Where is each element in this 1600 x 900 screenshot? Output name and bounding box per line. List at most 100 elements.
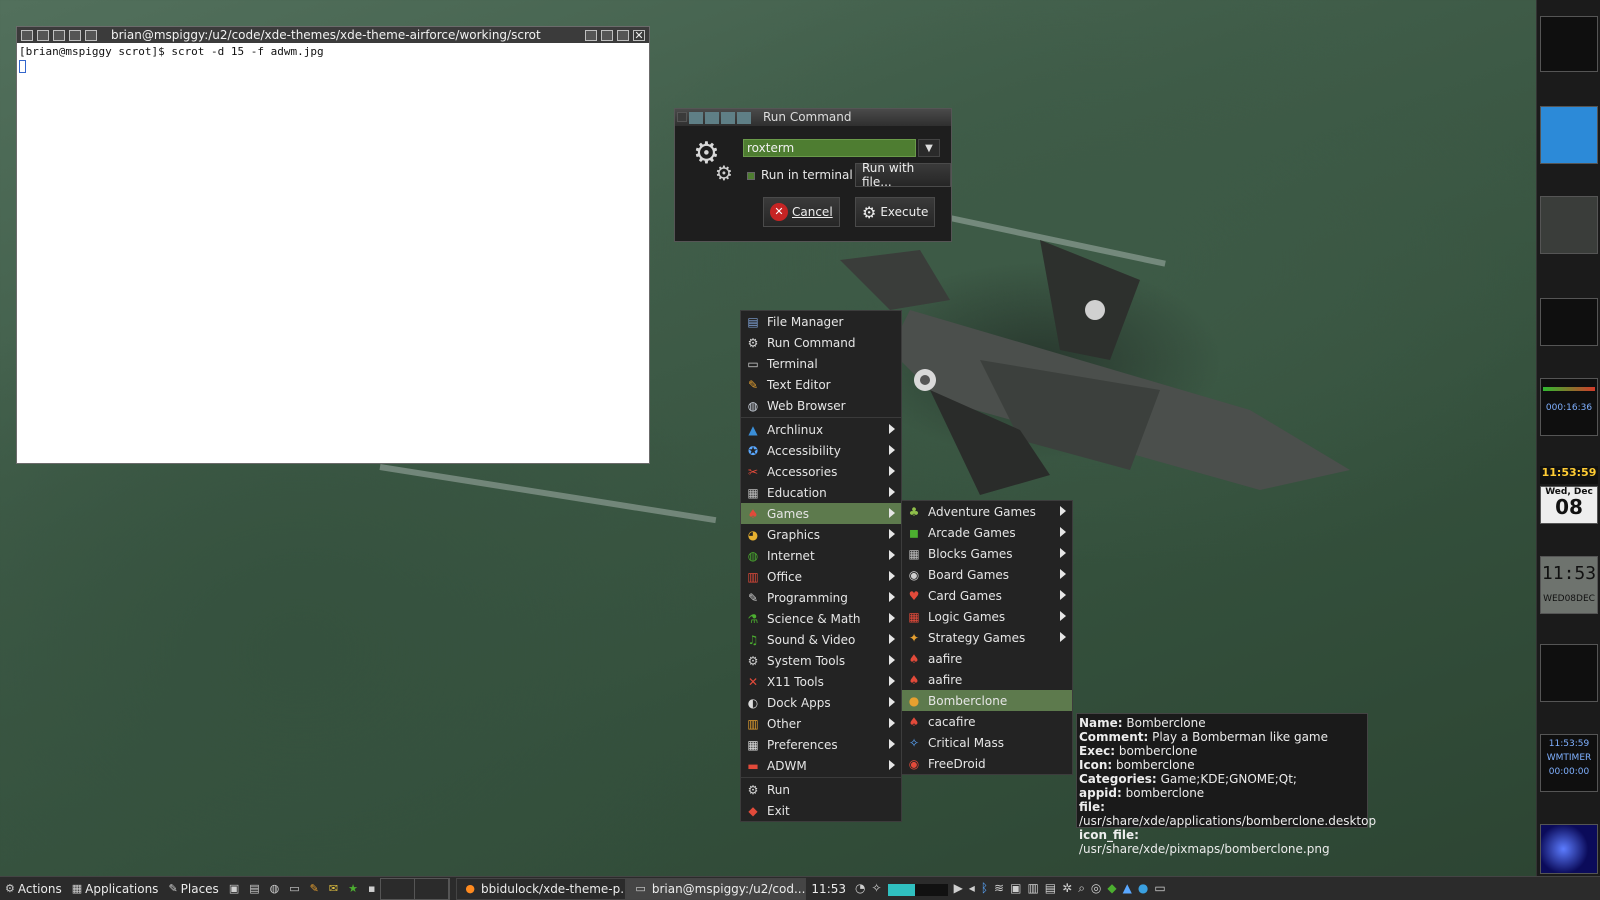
menu-item-education[interactable]: ▦ Education bbox=[741, 482, 901, 503]
games-submenu[interactable]: ♣ Adventure Games ◼ Arcade Games ▦ Blocks Gam… bbox=[901, 500, 1073, 775]
menu-item-dock-apps[interactable]: ◐ Dock Apps bbox=[741, 692, 901, 713]
terminal-titlebar[interactable]: brian@mspiggy:/u2/code/xde-themes/xde-th… bbox=[17, 27, 649, 43]
menu-item-science-math[interactable]: ⚗ Science & Math bbox=[741, 608, 901, 629]
menu-item-bomberclone[interactable]: ● Bomberclone bbox=[902, 690, 1072, 711]
menu-item-freedroid[interactable]: ◉ FreeDroid bbox=[902, 753, 1072, 774]
menu-item-adwm[interactable]: ▬ ADWM bbox=[741, 755, 901, 776]
menu-item-programming[interactable]: ✎ Programming bbox=[741, 587, 901, 608]
menu-item-cacafire[interactable]: ♠ cacafire bbox=[902, 711, 1072, 732]
play-icon[interactable]: ▶ bbox=[954, 881, 963, 896]
window-tile-icon[interactable] bbox=[85, 29, 97, 41]
workspace-2[interactable] bbox=[415, 878, 450, 899]
monitor-icon[interactable]: ▣ bbox=[1010, 881, 1021, 896]
command-input[interactable] bbox=[743, 139, 916, 157]
terminal-window[interactable]: brian@mspiggy:/u2/code/xde-themes/xde-th… bbox=[16, 26, 650, 464]
applications-menu-button[interactable]: ▦ Applications bbox=[67, 877, 164, 900]
dockapp-clock[interactable]: 11:53:59 bbox=[1540, 466, 1598, 484]
window-pin-icon[interactable] bbox=[585, 29, 597, 41]
menu-item-accessibility[interactable]: ✪ Accessibility bbox=[741, 440, 901, 461]
launcher-game[interactable]: ★ bbox=[343, 877, 363, 900]
settings-icon[interactable]: ✲ bbox=[1062, 881, 1072, 896]
dockapp-wmtimer[interactable]: 11:53:59 WMTIMER 00:00:00 bbox=[1540, 734, 1598, 792]
menu-item-sound-video[interactable]: ♫ Sound & Video bbox=[741, 629, 901, 650]
run-command-dialog[interactable]: Run Command ⚙ ⚙ ▼ Run in terminal Run wi… bbox=[674, 108, 952, 242]
menu-item-system-tools[interactable]: ⚙ System Tools bbox=[741, 650, 901, 671]
menu-item-x11-tools[interactable]: ✕ X11 Tools bbox=[741, 671, 901, 692]
menu-item-critical-mass[interactable]: ✧ Critical Mass bbox=[902, 732, 1072, 753]
run-in-terminal-checkbox[interactable] bbox=[747, 172, 755, 180]
dialog-menu-icon[interactable] bbox=[677, 111, 687, 122]
menu-item-run[interactable]: ⚙ Run bbox=[741, 779, 901, 800]
menu-item-aafire[interactable]: ♠ aafire bbox=[902, 648, 1072, 669]
wifi-icon[interactable]: ≋ bbox=[994, 881, 1004, 896]
places-menu-button[interactable]: ✎ Places bbox=[163, 877, 223, 900]
minimize-icon[interactable] bbox=[601, 29, 613, 41]
dialog-titlebar[interactable]: Run Command bbox=[675, 109, 951, 126]
maximize-icon[interactable] bbox=[617, 29, 629, 41]
window-sticky-icon[interactable] bbox=[69, 29, 81, 41]
cancel-button[interactable]: ✕ Cancel bbox=[763, 197, 840, 227]
launcher-editor[interactable]: ✎ bbox=[305, 877, 324, 900]
workspace-pager[interactable] bbox=[380, 877, 451, 900]
menu-item-terminal[interactable]: ▭ Terminal bbox=[741, 353, 901, 374]
dockapp-galaxy-image[interactable] bbox=[1540, 824, 1598, 874]
menu-item-internet[interactable]: ◍ Internet bbox=[741, 545, 901, 566]
menu-item-file-manager[interactable]: ▤ File Manager bbox=[741, 311, 901, 332]
menu-item-web-browser[interactable]: ◍ Web Browser bbox=[741, 395, 901, 416]
dockapp-weather-image[interactable] bbox=[1540, 106, 1598, 164]
menu-item-logic-games[interactable]: ▦ Logic Games bbox=[902, 606, 1072, 627]
launcher-terminal[interactable]: ▭ bbox=[284, 877, 304, 900]
dockapp-network-meter[interactable]: 000:16:36 bbox=[1540, 378, 1598, 436]
menu-item-board-games[interactable]: ◉ Board Games bbox=[902, 564, 1072, 585]
menu-item-text-editor[interactable]: ✎ Text Editor bbox=[741, 374, 901, 395]
network-icon[interactable]: ▤ bbox=[1045, 881, 1056, 896]
menu-item-aafire[interactable]: ♠ aafire bbox=[902, 669, 1072, 690]
tools-icon[interactable]: ✧ bbox=[872, 881, 882, 896]
window-shade-icon[interactable] bbox=[53, 29, 65, 41]
task-browser[interactable]: ● bbidulock/xde-theme-p... bbox=[456, 877, 627, 900]
dockapp-mixer[interactable] bbox=[1540, 644, 1598, 702]
menu-item-games[interactable]: ♠ Games bbox=[741, 503, 901, 524]
run-with-file-button[interactable]: Run with file... bbox=[855, 161, 951, 189]
menu-item-other[interactable]: ▥ Other bbox=[741, 713, 901, 734]
launcher-web[interactable]: ◍ bbox=[265, 877, 285, 900]
window-menu-icon[interactable] bbox=[21, 29, 33, 41]
applications-menu[interactable]: ▤ File Manager ⚙ Run Command ▭ Terminal ✎ Text … bbox=[740, 310, 902, 822]
menu-item-adventure-games[interactable]: ♣ Adventure Games bbox=[902, 501, 1072, 522]
launcher-camera[interactable]: ▪ bbox=[363, 877, 380, 900]
dockapp-pager[interactable] bbox=[1540, 16, 1598, 72]
menu-item-graphics[interactable]: ◕ Graphics bbox=[741, 524, 901, 545]
menu-item-archlinux[interactable]: ▲ Archlinux bbox=[741, 419, 901, 440]
chart-icon[interactable]: ▥ bbox=[1027, 881, 1038, 896]
bluetooth-icon[interactable]: ᛒ bbox=[981, 881, 988, 896]
menu-item-arcade-games[interactable]: ◼ Arcade Games bbox=[902, 522, 1072, 543]
terminal-content[interactable]: [brian@mspiggy scrot]$ scrot -d 15 -f ad… bbox=[17, 43, 649, 78]
menu-item-blocks-games[interactable]: ▦ Blocks Games bbox=[902, 543, 1072, 564]
menu-item-strategy-games[interactable]: ✦ Strategy Games bbox=[902, 627, 1072, 648]
display-icon[interactable]: ▭ bbox=[1154, 881, 1165, 896]
menu-item-card-games[interactable]: ♥ Card Games bbox=[902, 585, 1072, 606]
window-layout-icon[interactable] bbox=[37, 29, 49, 41]
menu-item-exit[interactable]: ◆ Exit bbox=[741, 800, 901, 821]
dockapp-lcd-clock[interactable]: 11:53 WED08DEC bbox=[1540, 556, 1598, 614]
dockapp-memory-monitor[interactable] bbox=[1540, 298, 1598, 346]
command-history-dropdown[interactable]: ▼ bbox=[918, 139, 940, 157]
mute-icon[interactable]: ◂ bbox=[969, 881, 975, 896]
workspace-1[interactable] bbox=[381, 878, 416, 899]
lock-icon[interactable]: ◔ bbox=[855, 881, 865, 896]
execute-button[interactable]: ⚙ Execute bbox=[855, 197, 936, 227]
taskbar-clock[interactable]: 11:53 bbox=[806, 877, 851, 900]
disk-icon[interactable]: ◎ bbox=[1091, 881, 1101, 896]
weather-icon[interactable]: ● bbox=[1138, 881, 1148, 896]
actions-menu-button[interactable]: ⚙ Actions bbox=[0, 877, 67, 900]
task-terminal[interactable]: ▭ brian@mspiggy:/u2/cod... bbox=[626, 877, 807, 900]
menu-item-accessories[interactable]: ✂ Accessories bbox=[741, 461, 901, 482]
volume-bar[interactable] bbox=[887, 884, 948, 896]
menu-item-run-command[interactable]: ⚙ Run Command bbox=[741, 332, 901, 353]
search-icon[interactable]: ⌕ bbox=[1078, 881, 1085, 896]
drop-icon[interactable]: ◆ bbox=[1107, 881, 1116, 896]
launcher-text[interactable]: ▤ bbox=[244, 877, 264, 900]
menu-item-preferences[interactable]: ▦ Preferences bbox=[741, 734, 901, 755]
launcher-mail[interactable]: ✉ bbox=[324, 877, 343, 900]
dockapp-calendar[interactable]: Wed, Dec 08 bbox=[1540, 486, 1598, 524]
